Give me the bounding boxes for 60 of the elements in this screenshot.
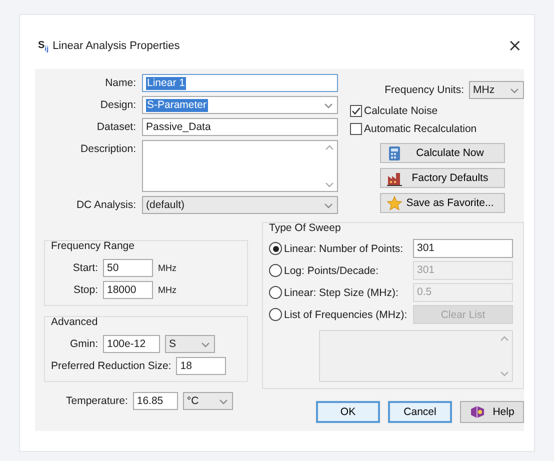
- field-label: Preferred Reduction Size:: [51, 359, 172, 374]
- radio-label: Linear: Number of Points:: [284, 242, 404, 254]
- text-field[interactable]: 18000: [103, 281, 153, 299]
- checkbox[interactable]: [350, 123, 362, 135]
- checkmark-icon: [351, 106, 361, 116]
- field-label: Gmin:: [68, 337, 98, 352]
- calculator-icon: [387, 146, 402, 160]
- help-book-icon: [470, 405, 485, 419]
- radio-label: Log: Points/Decade:: [284, 264, 379, 276]
- field-label: Frequency Units:: [384, 83, 464, 98]
- text-field[interactable]: 50: [103, 259, 153, 277]
- text-field[interactable]: 100e-12: [103, 335, 160, 353]
- group-title: Type Of Sweep: [269, 222, 341, 235]
- clear-list-button: Clear List: [413, 305, 513, 324]
- text-field[interactable]: Linear 1: [142, 74, 338, 92]
- radio-label: List of Frequencies (MHz):: [284, 308, 408, 320]
- field-label: Description:: [80, 142, 136, 157]
- text-field: 0.5: [413, 283, 513, 302]
- field-label: Stop:: [72, 283, 98, 298]
- radio-label: Linear: Step Size (MHz):: [284, 286, 398, 298]
- text-field: 301: [413, 261, 513, 280]
- text-field[interactable]: 301: [413, 239, 513, 258]
- text-field[interactable]: 16.85: [132, 392, 178, 410]
- dropdown-field[interactable]: MHz: [469, 81, 524, 99]
- unit-label: MHz: [158, 285, 176, 295]
- dropdown-field[interactable]: S: [165, 335, 215, 353]
- field-label: DC Analysis:: [75, 198, 136, 213]
- action-button[interactable]: Factory Defaults: [380, 168, 505, 188]
- group-title: Frequency Range: [51, 240, 134, 253]
- window-title: Linear Analysis Properties: [52, 40, 181, 52]
- chevron-down-icon: [324, 202, 333, 208]
- dialog-button[interactable]: OK: [316, 401, 380, 423]
- chevron-down-icon: [324, 102, 333, 108]
- radio-button[interactable]: [269, 242, 282, 255]
- field-label: Start:: [72, 261, 98, 276]
- text-field[interactable]: Passive_Data: [142, 118, 338, 136]
- dialog-button[interactable]: Help: [460, 401, 524, 423]
- chevron-down-icon: [201, 340, 210, 348]
- unit-label: MHz: [158, 263, 176, 273]
- text-field[interactable]: 18: [176, 357, 226, 375]
- field-label: Dataset:: [96, 120, 136, 135]
- checkbox-label: Automatic Recalculation: [364, 123, 477, 135]
- window-icon: S$_{ij}$: [38, 40, 49, 52]
- field-label: Name:: [104, 76, 136, 91]
- chevron-down-icon: [218, 398, 228, 404]
- star-icon: [387, 196, 402, 210]
- group-title: Advanced: [51, 316, 98, 329]
- action-button[interactable]: Calculate Now: [380, 143, 505, 163]
- checkbox[interactable]: [350, 105, 362, 117]
- chevron-down-icon: [510, 86, 519, 94]
- field-label: Design:: [99, 98, 136, 113]
- dialog-button[interactable]: Cancel: [388, 401, 452, 423]
- dropdown-field[interactable]: (default): [142, 196, 338, 214]
- checkbox-label: Calculate Noise: [364, 105, 438, 117]
- dropdown-field[interactable]: °C: [182, 392, 233, 410]
- action-button[interactable]: Save as Favorite...: [380, 193, 505, 213]
- dropdown-field[interactable]: S-Parameter: [142, 96, 338, 114]
- field-label: Temperature:: [66, 394, 128, 409]
- factory-icon: [387, 170, 402, 186]
- close-button[interactable]: ×: [506, 38, 524, 54]
